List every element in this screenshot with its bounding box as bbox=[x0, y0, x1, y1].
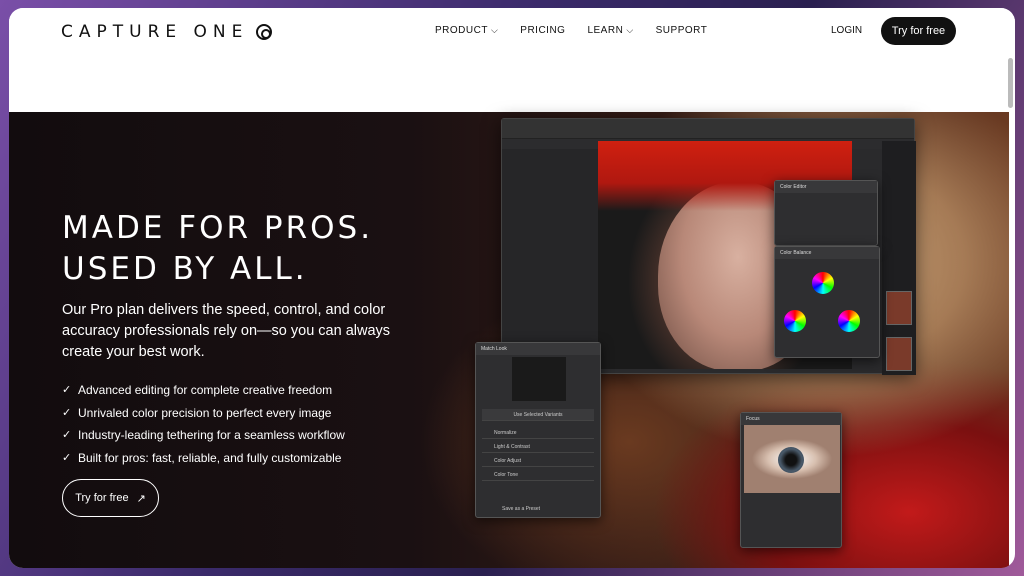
check-icon: ✓ bbox=[62, 429, 72, 441]
nav-learn[interactable]: LEARN ⌵ bbox=[587, 25, 633, 36]
color-balance-panel: Color Balance bbox=[774, 246, 880, 358]
headline-line-1: MADE FOR PROS. bbox=[62, 210, 374, 246]
focus-panel: Focus bbox=[740, 412, 842, 548]
browser-frame: CAPTURE ONE PRODUCT ⌵ PRICING LEARN ⌵ SU… bbox=[9, 8, 1015, 568]
nav-pricing-label: PRICING bbox=[520, 25, 566, 36]
focus-title: Focus bbox=[741, 413, 841, 425]
app-toolbar bbox=[502, 119, 914, 139]
nav-product[interactable]: PRODUCT ⌵ bbox=[435, 25, 498, 36]
match-look-row: Color Tone bbox=[482, 469, 594, 481]
nav-learn-label: LEARN bbox=[587, 25, 624, 36]
arrow-up-right-icon: ↗ bbox=[136, 492, 146, 505]
try-free-hero-button[interactable]: Try for free ↗ bbox=[62, 479, 159, 517]
color-editor-title: Color Editor bbox=[775, 181, 877, 193]
main-menu: PRODUCT ⌵ PRICING LEARN ⌵ SUPPORT bbox=[435, 25, 707, 36]
color-wheel bbox=[809, 269, 837, 297]
nav-support-label: SUPPORT bbox=[655, 25, 708, 36]
match-look-row: Color Adjust bbox=[482, 455, 594, 467]
check-icon: ✓ bbox=[62, 451, 72, 464]
brand-name: CAPTURE ONE bbox=[61, 22, 249, 42]
chevron-down-icon: ⌵ bbox=[626, 25, 634, 35]
feature-text: Unrivaled color precision to perfect eve… bbox=[78, 405, 332, 420]
color-wheel bbox=[835, 307, 863, 335]
feature-text: Industry-leading tethering for a seamles… bbox=[78, 428, 345, 442]
match-look-row: Normalize bbox=[482, 427, 594, 439]
feature-item: ✓ Unrivaled color precision to perfect ev… bbox=[62, 402, 345, 425]
feature-text: Built for pros: fast, reliable, and full… bbox=[78, 450, 342, 465]
filmstrip-thumb bbox=[886, 337, 912, 371]
logo-mark-icon bbox=[256, 24, 273, 40]
use-selected-button: Use Selected Variants bbox=[482, 409, 594, 421]
top-nav: CAPTURE ONE PRODUCT ⌵ PRICING LEARN ⌵ SU… bbox=[9, 8, 1015, 112]
nav-support[interactable]: SUPPORT bbox=[656, 25, 708, 36]
feature-text: Advanced editing for complete creative f… bbox=[78, 383, 333, 397]
color-balance-title: Color Balance bbox=[775, 247, 879, 259]
app-filmstrip bbox=[882, 141, 916, 375]
feature-list: ✓ Advanced editing for complete creative … bbox=[62, 379, 345, 469]
color-wheel bbox=[781, 307, 809, 335]
try-free-nav-button[interactable]: Try for free bbox=[881, 17, 956, 45]
login-link[interactable]: LOGIN bbox=[831, 25, 862, 36]
try-free-hero-label: Try for free bbox=[75, 492, 129, 504]
eye-closeup bbox=[744, 425, 840, 493]
brand-logo[interactable]: CAPTURE ONE bbox=[61, 22, 273, 42]
chevron-down-icon: ⌵ bbox=[490, 25, 499, 35]
nav-product-label: PRODUCT bbox=[435, 25, 488, 36]
match-look-row: Light & Contrast bbox=[482, 441, 594, 453]
hero-headline: MADE FOR PROS. USED BY ALL. bbox=[62, 208, 422, 290]
color-editor-panel: Color Editor bbox=[774, 180, 878, 246]
save-preset-label: Save as a Preset bbox=[502, 506, 541, 512]
feature-item: ✓ Advanced editing for complete creative … bbox=[62, 379, 345, 402]
match-look-panel: Match Look Use Selected Variants Normali… bbox=[475, 342, 601, 518]
feature-item: ✓ Industry-leading tethering for a seamle… bbox=[62, 424, 345, 447]
page-scrollbar[interactable] bbox=[1008, 58, 1013, 108]
check-icon: ✓ bbox=[62, 384, 72, 396]
hero-subtext: Our Pro plan delivers the speed, control… bbox=[62, 302, 391, 360]
eye-iris bbox=[778, 447, 804, 473]
feature-item: ✓ Built for pros: fast, reliable, and ful… bbox=[62, 447, 345, 470]
headline-line-2: USED BY ALL. bbox=[62, 251, 308, 287]
match-look-thumbnail bbox=[512, 357, 566, 401]
filmstrip-thumb bbox=[886, 291, 912, 325]
check-icon: ✓ bbox=[62, 406, 72, 419]
nav-pricing[interactable]: PRICING bbox=[520, 25, 565, 36]
match-look-title: Match Look bbox=[476, 343, 600, 355]
